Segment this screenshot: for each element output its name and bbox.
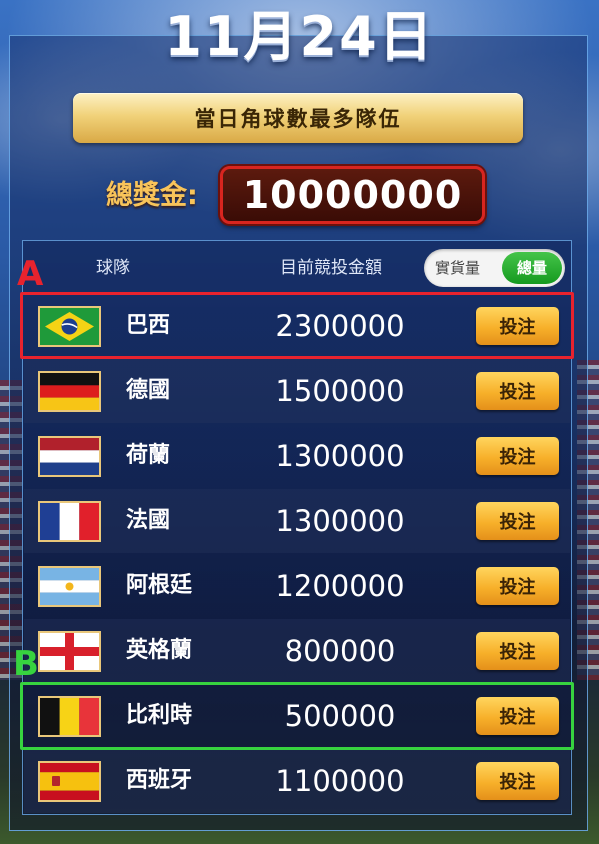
- bet-button[interactable]: 投注: [476, 502, 559, 540]
- team-name: 阿根廷: [126, 573, 193, 598]
- team-name: 西班牙: [126, 768, 193, 793]
- netherlands-flag-icon: [38, 436, 101, 477]
- table-row: 英格蘭 800000 投注: [24, 619, 570, 683]
- team-amount: 1100000: [275, 764, 405, 798]
- table-row: 德國 1500000 投注: [24, 359, 570, 423]
- table-row: 西班牙 1100000 投注: [24, 749, 570, 813]
- column-header-amount: 目前競投金額: [280, 258, 382, 278]
- table-row: 法國 1300000 投注: [24, 489, 570, 553]
- total-prize-value: 10000000: [242, 173, 463, 217]
- team-amount: 1300000: [275, 504, 405, 538]
- event-subtitle: 當日角球數最多隊伍: [194, 107, 402, 131]
- page-title: 11月24日: [164, 5, 435, 68]
- volume-toggle[interactable]: 實貨量 總量: [424, 249, 565, 287]
- team-amount: 1200000: [275, 569, 405, 603]
- annotation-label-a: A: [17, 254, 44, 294]
- bet-button[interactable]: 投注: [476, 762, 559, 800]
- event-subtitle-banner: 當日角球數最多隊伍: [73, 93, 523, 143]
- germany-flag-icon: [38, 371, 101, 412]
- team-name: 英格蘭: [126, 638, 193, 663]
- bet-button[interactable]: 投注: [476, 632, 559, 670]
- toggle-option-real-volume[interactable]: 實貨量: [435, 249, 480, 287]
- spain-flag-icon: [38, 761, 101, 802]
- bet-button[interactable]: 投注: [476, 372, 559, 410]
- team-name: 德國: [126, 378, 171, 403]
- annotation-label-b: B: [13, 644, 39, 684]
- toggle-option-total-volume[interactable]: 總量: [502, 252, 562, 284]
- england-flag-icon: [38, 631, 101, 672]
- bet-button[interactable]: 投注: [476, 437, 559, 475]
- france-flag-icon: [38, 501, 101, 542]
- team-name: 荷蘭: [126, 443, 171, 468]
- bet-button[interactable]: 投注: [476, 567, 559, 605]
- column-header-team: 球隊: [96, 258, 130, 278]
- team-amount: 1300000: [275, 439, 405, 473]
- team-name: 法國: [126, 508, 171, 533]
- annotation-box-b: [20, 682, 574, 750]
- team-amount: 1500000: [275, 374, 405, 408]
- total-prize-label: 總獎金:: [106, 180, 198, 211]
- argentina-flag-icon: [38, 566, 101, 607]
- total-prize-display: 10000000: [220, 166, 485, 224]
- annotation-box-a: [20, 292, 574, 359]
- table-row: 荷蘭 1300000 投注: [24, 424, 570, 488]
- table-row: 阿根廷 1200000 投注: [24, 554, 570, 618]
- team-amount: 800000: [284, 634, 396, 668]
